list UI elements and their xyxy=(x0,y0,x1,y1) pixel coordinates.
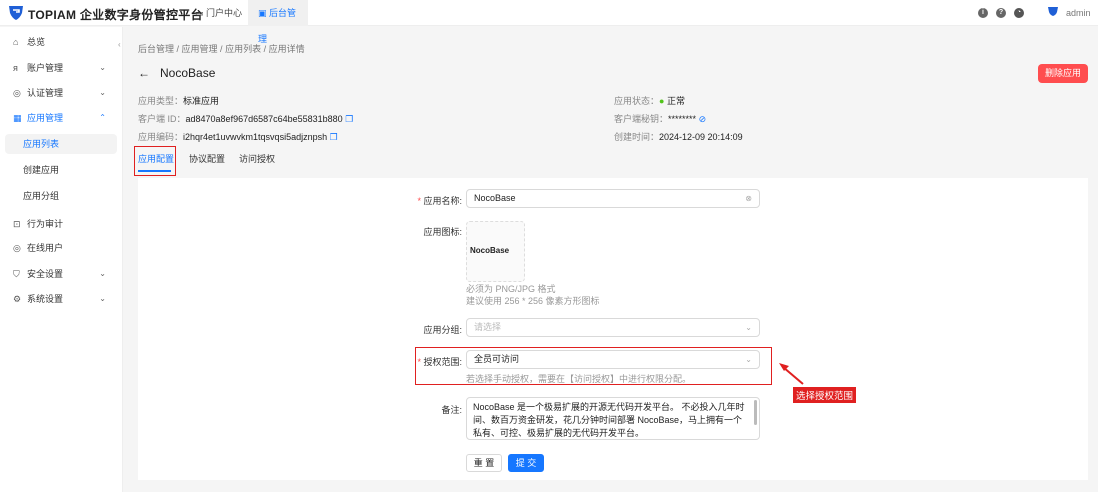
sidebar-item-overview[interactable]: ⌂总览 xyxy=(0,32,123,52)
info-icon[interactable]: i xyxy=(978,8,988,18)
app-status: 应用状态：● 正常 xyxy=(614,94,685,107)
chevron-down-icon: ⌄ xyxy=(99,58,106,78)
help-icon[interactable]: ? xyxy=(996,8,1006,18)
chevron-up-icon: ⌃ xyxy=(99,108,106,128)
annotation-label: 选择授权范围 xyxy=(793,387,856,403)
sidebar-item-security[interactable]: ⛉安全设置⌄ xyxy=(0,264,123,284)
apps-icon: ▦ xyxy=(13,108,23,128)
eye-invisible-icon[interactable]: ⊘ xyxy=(699,114,707,124)
group-label: 应用分组: xyxy=(362,323,462,336)
home-icon: ⌂ xyxy=(13,32,23,52)
sidebar-item-create-app[interactable]: 创建应用 xyxy=(0,160,123,180)
nav-admin[interactable]: ▣ 后台管理 xyxy=(248,0,308,26)
clear-icon[interactable]: ⊗ xyxy=(745,190,752,207)
tab-access-auth[interactable]: 访问授权 xyxy=(239,152,275,165)
nocobase-logo: NocoBase xyxy=(470,246,509,255)
app-code: 应用编码：i2hqr4et1uvwvkm1tqsvqsi5adjznpsh ❐ xyxy=(138,130,338,143)
top-header: TOPIAM 企业数字身份管控平台 ▭ 门户中心 ▣ 后台管理 i ? ◔ ad… xyxy=(0,0,1098,26)
audit-icon: ⊡ xyxy=(13,214,23,234)
breadcrumb-item: 应用详情 xyxy=(269,44,305,54)
chevron-down-icon: ⌄ xyxy=(99,264,106,284)
nav-portal[interactable]: ▭ 门户中心 xyxy=(185,0,252,26)
created-time: 创建时间：2024-12-09 20:14:09 xyxy=(614,130,743,143)
icon-label: 应用图标: xyxy=(362,225,462,238)
sidebar-item-online-users[interactable]: ◎在线用户 xyxy=(0,238,123,258)
highlight-box xyxy=(134,146,176,176)
breadcrumb-item[interactable]: 应用管理 xyxy=(182,44,218,54)
collapse-sidebar-icon[interactable]: ‹ xyxy=(118,40,121,49)
client-id: 客户端 ID：ad8470a8ef967d6587c64be55831b880 … xyxy=(138,112,353,125)
gear-icon: ⚙ xyxy=(13,289,23,309)
auth-icon: ◎ xyxy=(13,83,23,103)
avatar[interactable] xyxy=(1047,6,1059,19)
client-secret: 客户端秘钥：******** ⊘ xyxy=(614,112,706,125)
delete-app-button[interactable]: 删除应用 xyxy=(1038,64,1088,83)
topiam-logo-icon xyxy=(8,4,24,21)
copy-icon[interactable]: ❐ xyxy=(330,132,338,142)
breadcrumb-item[interactable]: 应用列表 xyxy=(225,44,261,54)
chevron-down-icon: ⌄ xyxy=(99,83,106,103)
sidebar-item-app-list[interactable]: 应用列表 xyxy=(5,134,117,154)
online-icon: ◎ xyxy=(13,238,23,258)
highlight-box xyxy=(415,347,772,385)
reset-button[interactable]: 重 置 xyxy=(466,454,502,472)
breadcrumb: 后台管理 / 应用管理 / 应用列表 / 应用详情 xyxy=(138,42,305,55)
icon-hint: 建议使用 256 * 256 像素方形图标 xyxy=(466,294,600,307)
github-icon[interactable]: ◔ xyxy=(1014,8,1024,18)
sidebar-item-accounts[interactable]: ᴙ账户管理⌄ xyxy=(0,58,123,78)
app-group-select[interactable]: 请选择⌄ xyxy=(466,318,760,337)
copy-icon[interactable]: ❐ xyxy=(345,114,353,124)
sidebar-item-apps[interactable]: ▦应用管理⌃ xyxy=(0,108,123,128)
sidebar-item-app-groups[interactable]: 应用分组 xyxy=(0,186,123,206)
sidebar-item-system[interactable]: ⚙系统设置⌄ xyxy=(0,289,123,309)
status-dot-icon: ● xyxy=(659,96,667,106)
textarea-scrollbar[interactable] xyxy=(754,400,757,425)
chevron-down-icon: ⌄ xyxy=(745,319,752,336)
arrow-icon xyxy=(776,358,806,388)
user-name[interactable]: admin xyxy=(1066,8,1091,18)
admin-icon: ▣ xyxy=(258,8,269,18)
app-type: 应用类型：标准应用 xyxy=(138,94,219,107)
sidebar: ⌂总览 ᴙ账户管理⌄ ◎认证管理⌄ ▦应用管理⌃ 应用列表 创建应用 应用分组 … xyxy=(0,27,123,492)
monitor-icon: ▭ xyxy=(195,8,206,18)
name-label: * 应用名称: xyxy=(362,194,462,207)
shield-icon: ⛉ xyxy=(13,264,23,284)
remark-label: 备注: xyxy=(362,403,462,416)
chevron-down-icon: ⌄ xyxy=(99,289,106,309)
breadcrumb-item[interactable]: 后台管理 xyxy=(138,44,174,54)
tab-protocol-config[interactable]: 协议配置 xyxy=(189,152,225,165)
brand-title: TOPIAM 企业数字身份管控平台 xyxy=(28,6,203,23)
remark-textarea[interactable]: NocoBase 是一个极易扩展的开源无代码开发平台。 不必投入几年时间、数百万… xyxy=(466,397,760,440)
page-title: ←NocoBase xyxy=(138,66,215,80)
app-icon-upload[interactable]: NocoBase xyxy=(466,221,525,282)
sidebar-item-audit[interactable]: ⊡行为审计 xyxy=(0,214,123,234)
users-icon: ᴙ xyxy=(13,58,23,78)
back-arrow-icon[interactable]: ← xyxy=(138,66,150,80)
app-name-input[interactable]: NocoBase⊗ xyxy=(466,189,760,208)
sidebar-item-auth[interactable]: ◎认证管理⌄ xyxy=(0,83,123,103)
submit-button[interactable]: 提 交 xyxy=(508,454,544,472)
